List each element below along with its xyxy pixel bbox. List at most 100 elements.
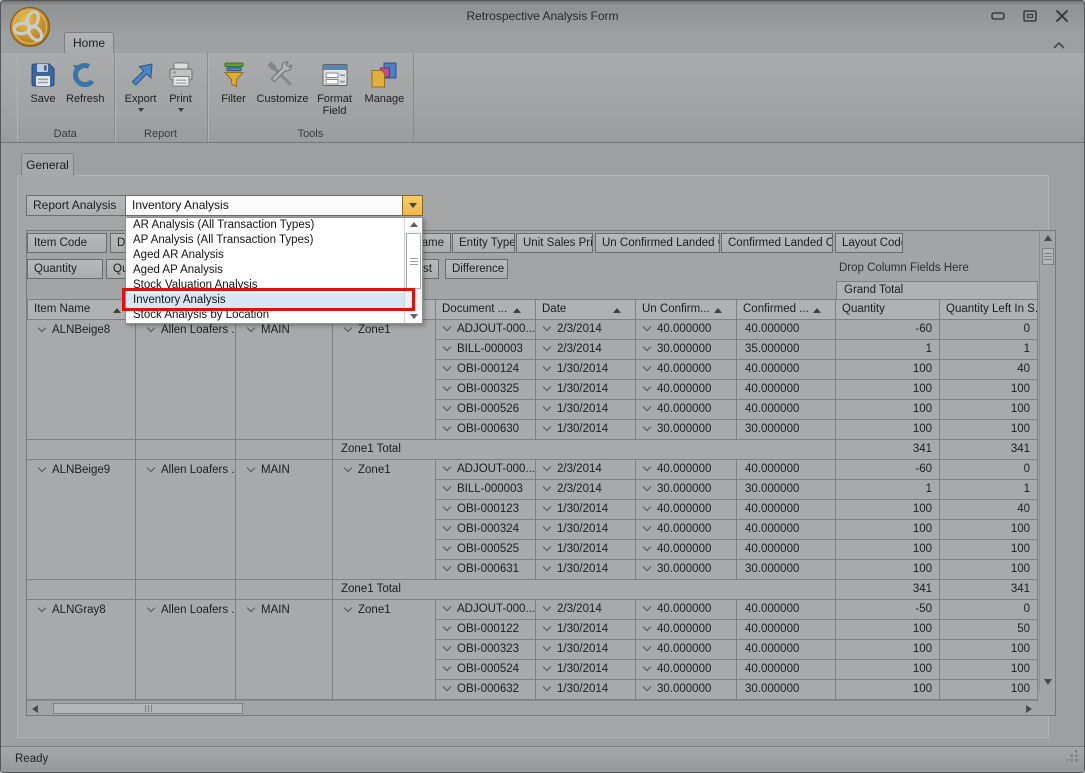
ribbon-manage-button[interactable]: Manage	[362, 56, 408, 105]
popup-scroll-thumb[interactable]	[406, 233, 421, 289]
collapse-chevron-icon[interactable]	[542, 602, 552, 612]
application-button[interactable]	[9, 6, 51, 48]
collapse-chevron-icon[interactable]	[442, 562, 452, 572]
dropdown-option-aged-ar-analysis[interactable]: Aged AR Analysis	[126, 248, 404, 263]
collapse-chevron-icon[interactable]	[146, 323, 156, 333]
collapse-chevron-icon[interactable]	[642, 422, 652, 432]
collapse-chevron-icon[interactable]	[542, 382, 552, 392]
field-chip-un-confirmed-landed-cost[interactable]: Un Confirmed Landed Cost	[595, 233, 720, 253]
collapse-chevron-icon[interactable]	[642, 502, 652, 512]
collapse-chevron-icon[interactable]	[542, 462, 552, 472]
column-header-item-name[interactable]: Item Name	[27, 299, 136, 320]
collapse-chevron-icon[interactable]	[642, 662, 652, 672]
collapse-chevron-icon[interactable]	[442, 622, 452, 632]
collapse-chevron-icon[interactable]	[343, 463, 353, 473]
minimize-icon[interactable]	[990, 9, 1006, 23]
field-chip-unit-sales-price[interactable]: Unit Sales Price	[516, 233, 593, 253]
collapse-chevron-icon[interactable]	[542, 682, 552, 692]
dropdown-option-stock-analysis-by-location[interactable]: Stock Analysis by Location	[126, 308, 404, 323]
collapse-chevron-icon[interactable]	[642, 462, 652, 472]
dropdown-option-ap-analysis-all-transaction-types[interactable]: AP Analysis (All Transaction Types)	[126, 233, 404, 248]
column-header-quantity[interactable]: Quantity	[836, 299, 940, 320]
ribbon-save-button[interactable]: Save	[23, 56, 63, 105]
collapse-chevron-icon[interactable]	[642, 622, 652, 632]
collapse-chevron-icon[interactable]	[246, 323, 256, 333]
column-header-document[interactable]: Document ...	[436, 299, 536, 320]
ribbon-export-button[interactable]: Export	[121, 56, 161, 112]
horizontal-scrollbar[interactable]	[27, 700, 1039, 715]
vertical-scroll-thumb[interactable]	[1041, 248, 1054, 265]
dropdown-option-stock-valuation-analysis[interactable]: Stock Valuation Analysis	[126, 278, 404, 293]
report-analysis-dropdown-button[interactable]	[402, 195, 423, 216]
collapse-chevron-icon[interactable]	[542, 342, 552, 352]
collapse-chevron-icon[interactable]	[146, 603, 156, 613]
collapse-chevron-icon[interactable]	[442, 322, 452, 332]
collapse-chevron-icon[interactable]	[442, 522, 452, 532]
collapse-chevron-icon[interactable]	[542, 502, 552, 512]
popup-scroll-down-icon[interactable]	[405, 310, 422, 323]
collapse-chevron-icon[interactable]	[542, 662, 552, 672]
collapse-chevron-icon[interactable]	[642, 522, 652, 532]
collapse-chevron-icon[interactable]	[246, 463, 256, 473]
collapse-chevron-icon[interactable]	[642, 682, 652, 692]
resize-grip[interactable]	[1066, 749, 1079, 767]
collapse-chevron-icon[interactable]	[642, 602, 652, 612]
ribbon-customize-button[interactable]: Customize	[254, 56, 309, 105]
vertical-scrollbar[interactable]	[1039, 231, 1055, 693]
horizontal-scroll-thumb[interactable]	[53, 703, 243, 714]
popup-scrollbar[interactable]	[404, 218, 422, 323]
dropdown-option-aged-ap-analysis[interactable]: Aged AP Analysis	[126, 263, 404, 278]
field-chip-layout-code[interactable]: Layout Code	[835, 233, 903, 253]
collapse-chevron-icon[interactable]	[146, 463, 156, 473]
collapse-chevron-icon[interactable]	[37, 323, 47, 333]
collapse-chevron-icon[interactable]	[442, 462, 452, 472]
collapse-chevron-icon[interactable]	[37, 463, 47, 473]
collapse-chevron-icon[interactable]	[442, 382, 452, 392]
restore-icon[interactable]	[1022, 9, 1038, 23]
ribbon-refresh-button[interactable]: Refresh	[63, 56, 108, 105]
field-chip-difference[interactable]: Difference	[445, 259, 508, 279]
ribbon-format-field-button[interactable]: Format Field	[308, 56, 362, 117]
report-analysis-combobox[interactable]: Inventory Analysis	[125, 195, 403, 216]
collapse-chevron-icon[interactable]	[642, 562, 652, 572]
dropdown-option-ar-analysis-all-transaction-types[interactable]: AR Analysis (All Transaction Types)	[126, 218, 404, 233]
field-chip-item-code[interactable]: Item Code	[27, 233, 107, 253]
collapse-chevron-icon[interactable]	[442, 502, 452, 512]
collapse-chevron-icon[interactable]	[542, 642, 552, 652]
collapse-chevron-icon[interactable]	[542, 562, 552, 572]
popup-scroll-up-icon[interactable]	[405, 218, 422, 231]
collapse-chevron-icon[interactable]	[642, 402, 652, 412]
collapse-chevron-icon[interactable]	[542, 362, 552, 372]
collapse-chevron-icon[interactable]	[542, 402, 552, 412]
field-chip-confirmed-landed-cost[interactable]: Confirmed Landed Cost	[721, 233, 833, 253]
collapse-chevron-icon[interactable]	[343, 323, 353, 333]
collapse-chevron-icon[interactable]	[442, 402, 452, 412]
collapse-chevron-icon[interactable]	[442, 362, 452, 372]
close-icon[interactable]	[1054, 9, 1070, 23]
collapse-chevron-icon[interactable]	[642, 362, 652, 372]
collapse-chevron-icon[interactable]	[542, 542, 552, 552]
collapse-chevron-icon[interactable]	[246, 603, 256, 613]
collapse-chevron-icon[interactable]	[442, 542, 452, 552]
ribbon-filter-button[interactable]: Filter	[214, 56, 254, 105]
tab-general[interactable]: General	[21, 153, 74, 177]
collapse-chevron-icon[interactable]	[642, 642, 652, 652]
collapse-chevron-icon[interactable]	[542, 322, 552, 332]
column-header-unconfirmed[interactable]: Un Confirm...	[636, 299, 737, 320]
scroll-right-icon[interactable]	[1026, 705, 1032, 713]
collapse-chevron-icon[interactable]	[442, 422, 452, 432]
column-header-confirmed[interactable]: Confirmed ...	[737, 299, 836, 320]
collapse-chevron-icon[interactable]	[542, 422, 552, 432]
collapse-chevron-icon[interactable]	[542, 482, 552, 492]
collapse-chevron-icon[interactable]	[642, 542, 652, 552]
tab-home[interactable]: Home	[64, 32, 114, 54]
collapse-chevron-icon[interactable]	[442, 482, 452, 492]
collapse-chevron-icon[interactable]	[542, 522, 552, 532]
collapse-chevron-icon[interactable]	[442, 682, 452, 692]
collapse-chevron-icon[interactable]	[642, 382, 652, 392]
dropdown-option-inventory-analysis[interactable]: Inventory Analysis	[126, 293, 404, 308]
collapse-chevron-icon[interactable]	[642, 322, 652, 332]
scroll-up-icon[interactable]	[1044, 235, 1052, 241]
collapse-chevron-icon[interactable]	[642, 482, 652, 492]
column-header-quantity-left[interactable]: Quantity Left In S...	[940, 299, 1038, 320]
